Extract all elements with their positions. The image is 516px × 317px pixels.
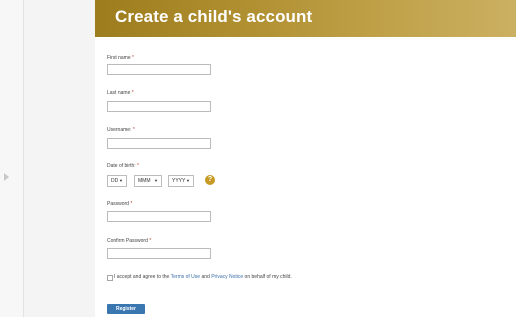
confirm-password-label: Confirm Password * [107, 238, 152, 244]
left-rail [0, 0, 24, 317]
triangle-right-icon [4, 173, 9, 181]
required-marker: * [131, 90, 134, 96]
dob-label: Date of birth: * [107, 163, 139, 169]
dob-day-select[interactable]: DD ▼ [107, 175, 127, 187]
chevron-down-icon: ▼ [186, 178, 190, 183]
question-circle-icon[interactable]: ? [205, 175, 215, 185]
terms-checkbox[interactable] [107, 275, 113, 281]
registration-panel: Create a child's account First name * La… [95, 0, 516, 317]
last-name-label: Last name * [107, 90, 134, 96]
terms-of-use-link[interactable]: Terms of Use [171, 274, 200, 280]
terms-text: I accept and agree to the Terms of Use a… [114, 274, 292, 280]
required-marker: * [149, 238, 152, 244]
register-button[interactable]: Register [107, 304, 145, 314]
username-input[interactable] [107, 138, 211, 149]
password-label: Password * [107, 201, 133, 207]
username-label: Username: * [107, 127, 135, 133]
password-input[interactable] [107, 211, 211, 222]
required-marker: * [130, 201, 133, 207]
chevron-down-icon: ▼ [119, 178, 123, 183]
page-title: Create a child's account [115, 7, 313, 26]
last-name-input[interactable] [107, 101, 211, 112]
first-name-input[interactable] [107, 64, 211, 75]
dob-month-select[interactable]: MMM ▼ [134, 175, 162, 187]
privacy-notice-link[interactable]: Privacy Notice [211, 274, 243, 280]
confirm-password-input[interactable] [107, 248, 211, 259]
required-marker: * [132, 55, 134, 61]
first-name-label: First name * [107, 55, 134, 61]
required-marker: * [137, 163, 139, 169]
required-marker: * [132, 127, 135, 133]
page-header: Create a child's account [95, 0, 516, 37]
dob-year-select[interactable]: YYYY ▼ [168, 175, 194, 187]
chevron-down-icon: ▼ [154, 178, 158, 183]
